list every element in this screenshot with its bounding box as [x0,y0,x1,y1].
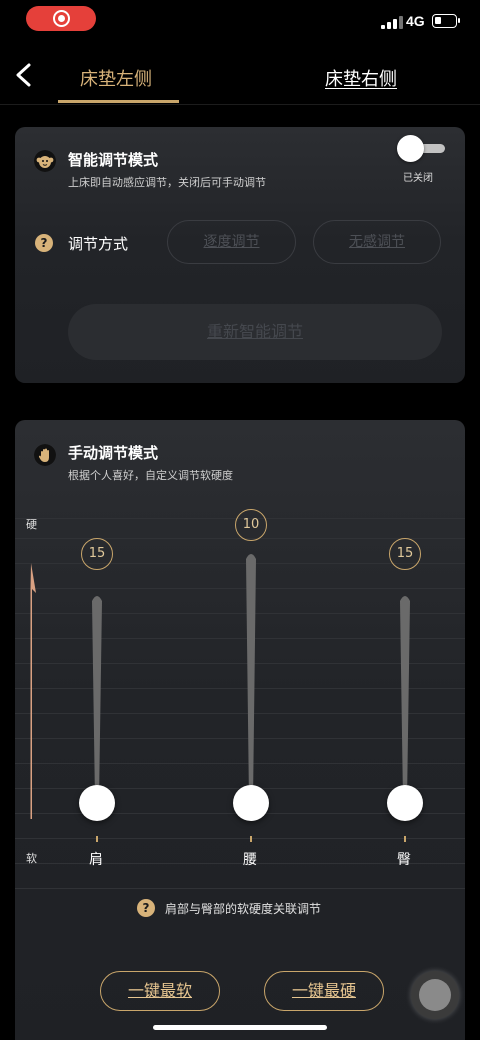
status-bar: 4G [0,0,480,44]
seamless-adjust-button[interactable]: 无感调节 [313,220,441,264]
linked-adjust-hint-text: 肩部与臀部的软硬度关联调节 [165,902,322,916]
signal-icon [381,15,403,29]
tab-mattress-right[interactable]: 床垫右侧 [325,65,397,91]
slider-tick [96,836,98,842]
smart-mode-subtitle: 上床即自动感应调节，关闭后可手动调节 [68,176,266,189]
waist-slider-knob[interactable] [233,785,269,821]
linked-adjust-hint: ? 肩部与臀部的软硬度关联调节 [137,899,377,919]
smart-mode-toggle[interactable] [397,135,445,162]
help-question-icon[interactable]: ? [137,899,155,917]
slider-tick [250,836,252,842]
smart-mode-card: 智能调节模式 上床即自动感应调节，关闭后可手动调节 已关闭 ? 调节方式 逐度调… [15,127,465,383]
waist-label: 腰 [243,852,257,868]
hip-value-bubble: 15 [389,538,421,570]
shoulder-slider[interactable]: 15 肩 [57,538,137,868]
readjust-smart-button[interactable]: 重新智能调节 [68,304,442,360]
help-question-icon[interactable]: ? [35,234,53,252]
slider-tick [404,836,406,842]
network-type: 4G [406,13,425,29]
hip-slider-knob[interactable] [387,785,423,821]
assistive-touch-button[interactable] [411,971,459,1019]
manual-mode-card: 手动调节模式 根据个人喜好，自定义调节软硬度 硬 软 15 肩 10 腰 15 … [15,420,465,1040]
shoulder-slider-knob[interactable] [79,785,115,821]
back-arrow-icon[interactable] [12,60,36,90]
battery-icon [432,14,460,28]
hip-slider[interactable]: 15 臀 [365,538,445,868]
slider-track [400,596,410,801]
adjust-method-label: 调节方式 [68,235,129,253]
manual-mode-title: 手动调节模式 [68,444,159,462]
home-indicator[interactable] [153,1025,327,1030]
slider-track [246,554,256,801]
toggle-knob[interactable] [397,135,424,162]
smart-mode-title: 智能调节模式 [68,151,159,169]
firmness-axis-arrow [30,563,36,819]
gradual-adjust-button[interactable]: 逐度调节 [167,220,296,264]
shoulder-label: 肩 [89,852,103,868]
grid-line [15,888,465,889]
waist-value-bubble: 10 [235,509,267,541]
top-nav: 床垫左侧 床垫右侧 [0,54,480,105]
axis-hard-label: 硬 [26,518,37,531]
active-tab-indicator [58,100,179,103]
softest-button[interactable]: 一键最软 [100,971,220,1011]
shoulder-value-bubble: 15 [81,538,113,570]
screen-record-indicator[interactable] [26,6,96,31]
hardest-button[interactable]: 一键最硬 [264,971,384,1011]
waist-slider[interactable]: 10 腰 [211,509,291,868]
record-icon [53,10,70,27]
hand-icon [34,444,56,466]
toggle-status-label: 已关闭 [403,173,433,184]
slider-track [92,596,102,801]
manual-mode-subtitle: 根据个人喜好，自定义调节软硬度 [68,469,233,482]
smart-mode-icon [34,150,56,172]
hip-label: 臀 [397,852,411,868]
axis-soft-label: 软 [26,852,37,865]
tab-mattress-left[interactable]: 床垫左侧 [80,65,152,91]
